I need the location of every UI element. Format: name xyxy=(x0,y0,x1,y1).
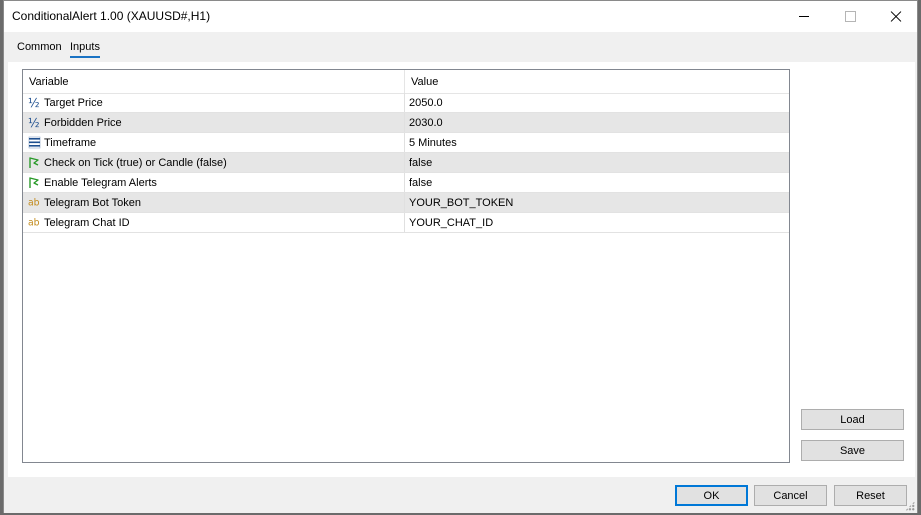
table-row[interactable]: Timeframe 5 Minutes xyxy=(23,133,789,153)
inputs-grid: Variable Value ½ Target Price 2050.0 ½ Forbi… xyxy=(22,69,790,463)
cell-value[interactable]: false xyxy=(409,153,432,172)
cancel-button[interactable]: Cancel xyxy=(754,485,827,506)
string-ab-icon: ab xyxy=(28,216,41,229)
load-button[interactable]: Load xyxy=(801,409,904,430)
cell-variable[interactable]: Enable Telegram Alerts xyxy=(23,173,405,192)
close-icon xyxy=(890,11,902,23)
cell-variable[interactable]: ab Telegram Chat ID xyxy=(23,213,405,232)
window-title: ConditionalAlert 1.00 (XAUUSD#,H1) xyxy=(12,9,211,23)
variable-label: Enable Telegram Alerts xyxy=(44,177,157,189)
cell-value[interactable]: 2030.0 xyxy=(409,113,443,132)
grid-header: Variable Value xyxy=(23,70,789,94)
table-row[interactable]: ab Telegram Bot Token YOUR_BOT_TOKEN xyxy=(23,193,789,213)
variable-label: Telegram Chat ID xyxy=(44,217,130,229)
variable-label: Timeframe xyxy=(44,137,97,149)
cell-variable[interactable]: ½ Target Price xyxy=(23,93,405,112)
cell-value[interactable]: false xyxy=(409,173,432,192)
maximize-icon xyxy=(844,11,856,22)
cell-value[interactable]: 2050.0 xyxy=(409,93,443,112)
dialog-footer: OK Cancel Reset xyxy=(4,477,917,513)
fraction-icon: ½ xyxy=(28,96,41,109)
tab-common[interactable]: Common xyxy=(17,41,62,56)
column-header-variable[interactable]: Variable xyxy=(23,70,405,93)
inputs-panel: Variable Value ½ Target Price 2050.0 ½ Forbi… xyxy=(8,62,915,477)
ok-button[interactable]: OK xyxy=(675,485,748,506)
table-row[interactable]: Enable Telegram Alerts false xyxy=(23,173,789,193)
table-row[interactable]: Check on Tick (true) or Candle (false) fa… xyxy=(23,153,789,173)
table-row[interactable]: ½ Forbidden Price 2030.0 xyxy=(23,113,789,133)
cell-value[interactable]: YOUR_CHAT_ID xyxy=(409,213,493,232)
variable-label: Target Price xyxy=(44,97,103,109)
save-button[interactable]: Save xyxy=(801,440,904,461)
variable-label: Telegram Bot Token xyxy=(44,197,142,209)
svg-text:ab: ab xyxy=(28,218,40,229)
minimize-icon xyxy=(799,16,809,17)
boolean-flag-icon xyxy=(28,176,41,189)
column-header-value[interactable]: Value xyxy=(405,70,789,93)
tab-inputs[interactable]: Inputs xyxy=(70,41,100,58)
variable-label: Forbidden Price xyxy=(44,117,122,129)
maximize-button[interactable] xyxy=(827,1,873,32)
dialog-window: ConditionalAlert 1.00 (XAUUSD#,H1) Commo… xyxy=(3,0,918,513)
table-row[interactable]: ½ Target Price 2050.0 xyxy=(23,93,789,113)
close-button[interactable] xyxy=(873,1,919,32)
string-ab-icon: ab xyxy=(28,196,41,209)
cell-variable[interactable]: Timeframe xyxy=(23,133,405,152)
cell-variable[interactable]: ½ Forbidden Price xyxy=(23,113,405,132)
minimize-button[interactable] xyxy=(781,1,827,32)
cell-value[interactable]: YOUR_BOT_TOKEN xyxy=(409,193,513,212)
variable-label: Check on Tick (true) or Candle (false) xyxy=(44,157,227,169)
fraction-icon: ½ xyxy=(28,116,41,129)
title-bar[interactable]: ConditionalAlert 1.00 (XAUUSD#,H1) xyxy=(4,1,917,32)
table-row[interactable]: ab Telegram Chat ID YOUR_CHAT_ID xyxy=(23,213,789,233)
svg-text:ab: ab xyxy=(28,198,40,209)
svg-text:½: ½ xyxy=(28,116,40,129)
list-enum-icon xyxy=(28,136,41,149)
cell-value[interactable]: 5 Minutes xyxy=(409,133,457,152)
svg-text:½: ½ xyxy=(28,96,40,109)
boolean-flag-icon xyxy=(28,156,41,169)
reset-button[interactable]: Reset xyxy=(834,485,907,506)
cell-variable[interactable]: ab Telegram Bot Token xyxy=(23,193,405,212)
cell-variable[interactable]: Check on Tick (true) or Candle (false) xyxy=(23,153,405,172)
